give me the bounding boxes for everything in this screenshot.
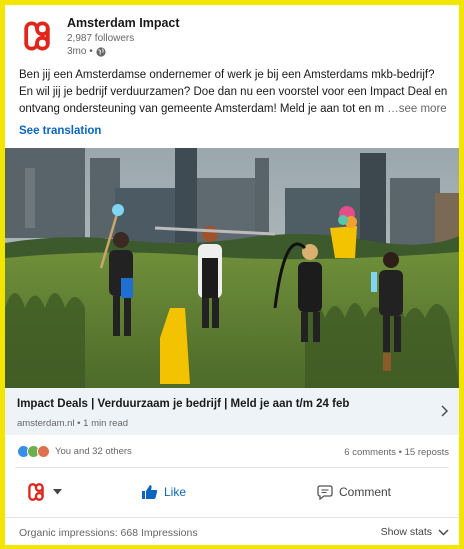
link-source: amsterdam.nl • 1 min read — [17, 418, 129, 429]
thumbs-up-icon — [142, 485, 158, 499]
post-card: Amsterdam Impact 2,987 followers 3mo • B… — [5, 5, 459, 545]
show-stats-button[interactable]: Show stats — [381, 526, 449, 538]
globe-icon — [96, 46, 106, 57]
comment-label: Comment — [339, 485, 392, 499]
comments-reposts-count[interactable]: 6 comments • 15 reposts — [344, 447, 449, 458]
show-stats-label: Show stats — [380, 526, 432, 538]
love-reaction-icon — [37, 445, 50, 458]
post-image[interactable] — [5, 148, 459, 388]
post-text: Ben jij een Amsterdamse ondernemer of we… — [19, 67, 451, 118]
post-time: 3mo • — [67, 45, 93, 57]
chevron-down-icon — [438, 529, 449, 535]
follower-count: 2,987 followers — [67, 32, 135, 44]
author-name[interactable]: Amsterdam Impact — [67, 17, 180, 30]
reactions-count[interactable]: You and 32 others — [55, 446, 132, 457]
link-preview[interactable]: Impact Deals | Verduurzaam je bedrijf | … — [5, 388, 459, 435]
like-button[interactable]: Like — [141, 475, 186, 509]
chevron-right-icon[interactable] — [439, 404, 449, 418]
see-more-link[interactable]: …see more — [387, 103, 446, 115]
post-body: Ben jij een Amsterdamse ondernemer of we… — [19, 69, 448, 115]
comment-icon — [317, 484, 333, 500]
caret-down-icon — [53, 489, 62, 495]
social-counts: You and 32 others 6 comments • 15 repost… — [17, 445, 449, 461]
impressions-bar: Organic impressions: 668 Impressions Sho… — [5, 517, 459, 545]
amsterdam-impact-logo-icon — [28, 483, 44, 501]
like-label: Like — [164, 485, 187, 499]
divider — [15, 467, 449, 468]
comment-button[interactable]: Comment — [317, 475, 391, 509]
impressions-text: Organic impressions: 668 Impressions — [19, 527, 198, 539]
react-as-button[interactable] — [25, 475, 62, 509]
see-translation-link[interactable]: See translation — [19, 125, 101, 137]
action-bar: Like Comment — [5, 475, 459, 509]
post-header: Amsterdam Impact 2,987 followers 3mo • — [19, 13, 180, 63]
link-title[interactable]: Impact Deals | Verduurzaam je bedrijf | … — [17, 398, 447, 410]
amsterdam-impact-logo[interactable] — [19, 18, 55, 54]
post-meta: 3mo • — [67, 45, 180, 57]
